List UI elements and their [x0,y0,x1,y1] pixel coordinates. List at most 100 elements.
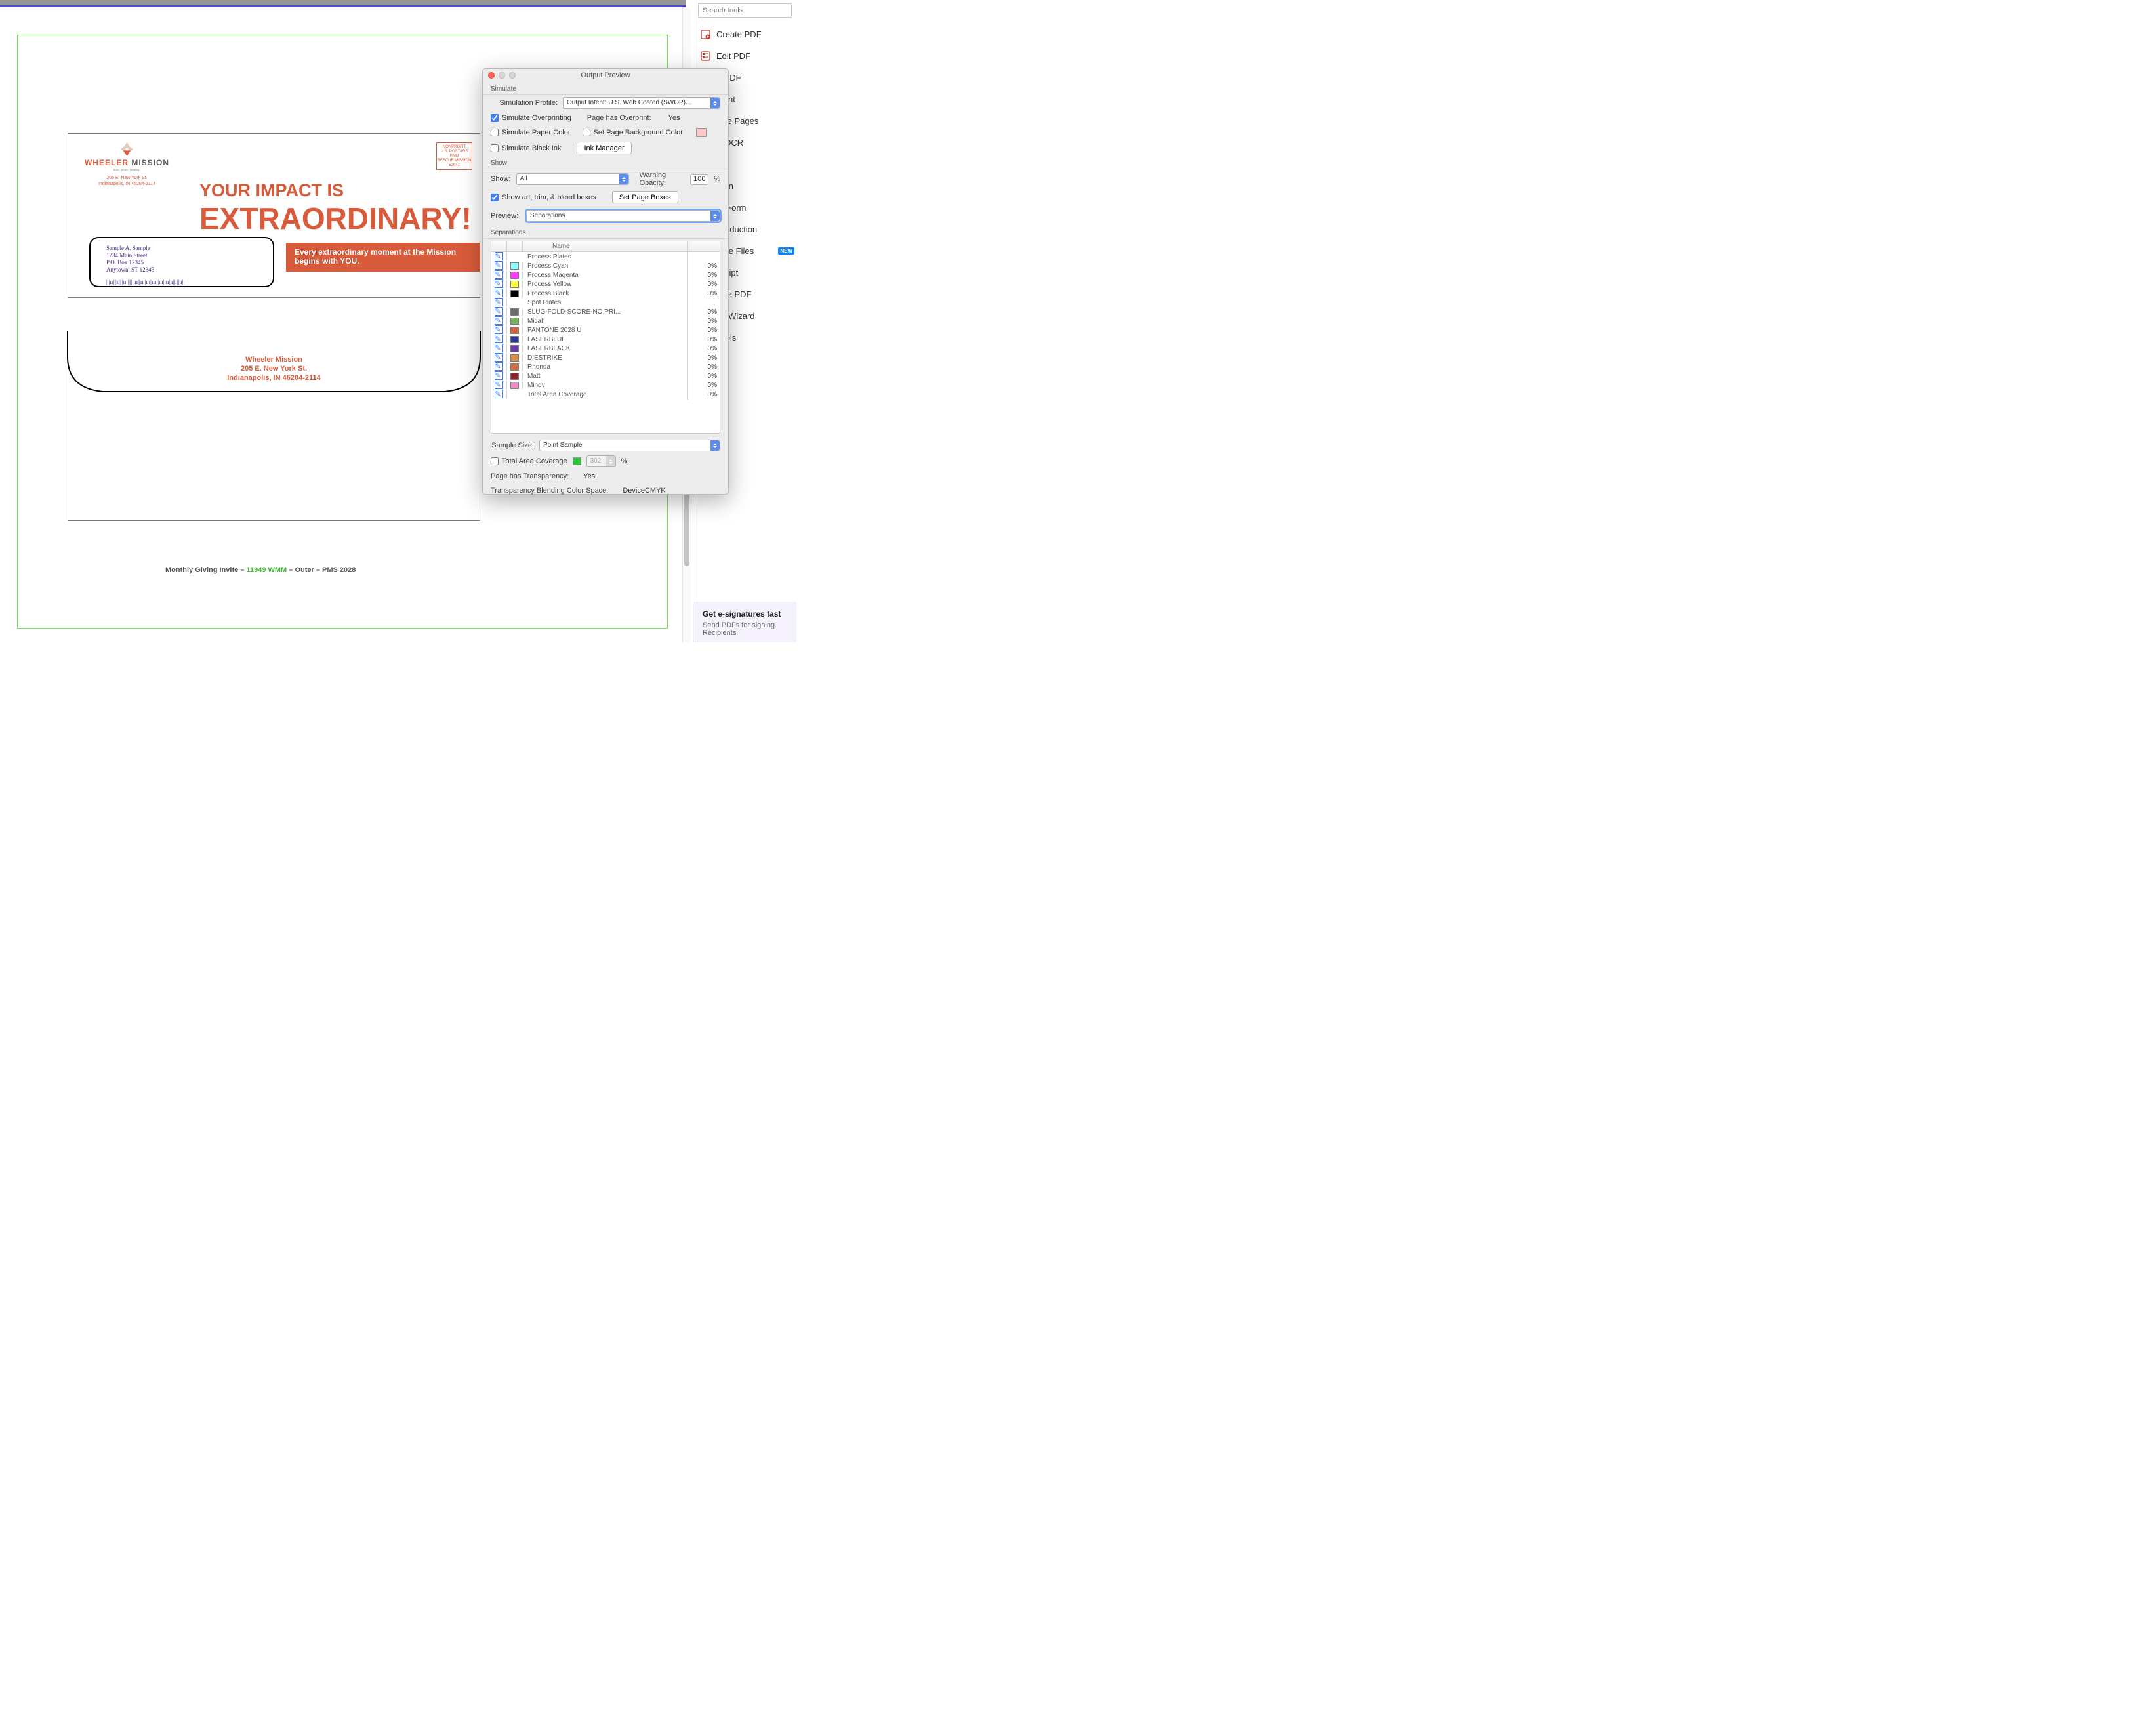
plate-coverage: 0% [688,391,720,398]
separation-row[interactable]: DIESTRIKE0% [491,353,720,362]
plate-name: DIESTRIKE [523,353,688,363]
plate-swatch [510,272,519,279]
plate-visibility-toggle[interactable] [495,317,503,325]
window-close-button[interactable] [488,72,495,79]
separation-row[interactable]: Matt0% [491,371,720,381]
plate-swatch [510,354,519,362]
preview-label: Preview: [491,212,521,220]
simulate-black-ink-checkbox[interactable]: Simulate Black Ink [491,144,561,152]
separation-row[interactable]: Rhonda0% [491,362,720,371]
separation-row[interactable]: Process Magenta0% [491,270,720,279]
ink-manager-button[interactable]: Ink Manager [577,142,631,154]
plate-name: Micah [523,316,688,326]
tac-threshold-select: 302 [586,455,616,467]
separation-row[interactable]: SLUG-FOLD-SCORE-NO PRI...0% [491,307,720,316]
plate-name: SLUG-FOLD-SCORE-NO PRI... [523,307,688,317]
page-has-transparency-value: Yes [583,472,595,480]
simulate-paper-color-checkbox[interactable]: Simulate Paper Color [491,129,571,136]
sample-size-select[interactable]: Point Sample [539,440,720,451]
show-select[interactable]: All [516,173,629,185]
return-brand-block: WHEELER MISSION faith. hope. healing. 20… [85,142,169,187]
plate-name: Total Area Coverage [523,390,688,400]
teaser-bar: Wheeler MissionMegan with YOU. Every ext… [286,243,480,272]
set-page-background-checkbox[interactable]: Set Page Background Color [583,129,683,136]
plate-swatch [510,382,519,389]
app-toolbar-strip [0,0,686,7]
plate-visibility-toggle[interactable] [495,253,503,260]
plate-name: PANTONE 2028 U [523,325,688,335]
plate-visibility-toggle[interactable] [495,363,503,371]
search-tools-input[interactable] [698,3,792,18]
plate-coverage: 0% [688,281,720,288]
blending-space-value: DeviceCMYK [623,487,665,495]
separation-row[interactable]: PANTONE 2028 U0% [491,325,720,335]
tool-label: Edit PDF [716,51,750,61]
plate-visibility-toggle[interactable] [495,271,503,279]
separation-row[interactable]: Mindy0% [491,381,720,390]
simulation-profile-select[interactable]: Output Intent: U.S. Web Coated (SWOP)... [563,97,720,109]
window-titlebar[interactable]: Output Preview [483,69,728,82]
warning-opacity-input[interactable]: 100 [690,174,708,185]
plate-visibility-toggle[interactable] [495,308,503,316]
simulation-profile-label: Simulation Profile: [491,99,558,107]
plate-coverage: 0% [688,336,720,343]
percent-label-2: % [621,457,628,465]
plate-coverage: 0% [688,290,720,297]
tool-item[interactable]: Edit PDF [693,45,796,67]
plate-name: Process Cyan [523,261,688,271]
plate-visibility-toggle[interactable] [495,381,503,389]
plate-coverage: 0% [688,327,720,334]
select-arrows-icon [710,98,720,108]
plate-visibility-toggle[interactable] [495,280,503,288]
promo-body: Send PDFs for signing. Recipients [703,621,790,637]
plate-visibility-toggle[interactable] [495,335,503,343]
separation-row[interactable]: Process Black0% [491,289,720,298]
page-background-swatch[interactable] [696,128,707,137]
plate-name: Mindy [523,381,688,390]
separation-row[interactable]: Process Cyan0% [491,261,720,270]
return-addr-line2: Indianapolis, IN 46204-2114 [98,182,155,186]
plate-visibility-toggle[interactable] [495,344,503,352]
address-window: Sample A. Sample 1234 Main Street P.O. B… [89,237,274,287]
plate-name: Process Magenta [523,270,688,280]
promo-panel: Get e-signatures fast Send PDFs for sign… [693,602,796,642]
warning-opacity-label: Warning Opacity: [640,171,686,187]
separation-row[interactable]: Process Yellow0% [491,279,720,289]
preview-select[interactable]: Separations [526,210,720,222]
simulate-overprinting-checkbox[interactable]: Simulate Overprinting [491,114,571,122]
separation-row[interactable]: Spot Plates [491,298,720,307]
name-column-header[interactable]: Name [523,241,688,251]
plate-visibility-toggle[interactable] [495,354,503,362]
plate-name: Spot Plates [523,298,688,308]
plate-swatch [510,363,519,371]
show-section-label: Show [483,156,728,169]
plate-name: Rhonda [523,362,688,372]
plate-visibility-toggle[interactable] [495,372,503,380]
plate-coverage: 0% [688,262,720,270]
output-preview-window[interactable]: Output Preview Simulate Simulation Profi… [482,68,729,495]
plate-coverage: 0% [688,363,720,371]
page-has-overprint-label: Page has Overprint: [587,114,651,122]
total-area-coverage-checkbox[interactable]: Total Area Coverage [491,457,567,465]
reply-address: Wheeler Mission 205 E. New York St. Indi… [68,355,480,382]
tool-icon [700,29,711,40]
plate-visibility-toggle[interactable] [495,299,503,306]
tac-swatch [573,457,581,465]
separation-row[interactable]: Process Plates [491,252,720,261]
plate-visibility-toggle[interactable] [495,289,503,297]
show-art-trim-bleed-checkbox[interactable]: Show art, trim, & bleed boxes [491,194,596,201]
plate-visibility-toggle[interactable] [495,390,503,398]
plate-name: Matt [523,371,688,381]
return-addr-line1: 205 E. New York St. [106,176,147,180]
plate-visibility-toggle[interactable] [495,262,503,270]
plate-swatch [510,327,519,334]
separation-row[interactable]: Micah0% [491,316,720,325]
set-page-boxes-button[interactable]: Set Page Boxes [612,191,678,203]
imbar: |||ıı|||ı||||ıı|||||||ıı||ıı||ı|ı|ııı||ı… [106,279,257,286]
separation-row[interactable]: LASERBLUE0% [491,335,720,344]
plate-name: Process Yellow [523,279,688,289]
separation-row[interactable]: Total Area Coverage0% [491,390,720,399]
separation-row[interactable]: LASERBLACK0% [491,344,720,353]
tool-item[interactable]: Create PDF [693,24,796,45]
plate-visibility-toggle[interactable] [495,326,503,334]
